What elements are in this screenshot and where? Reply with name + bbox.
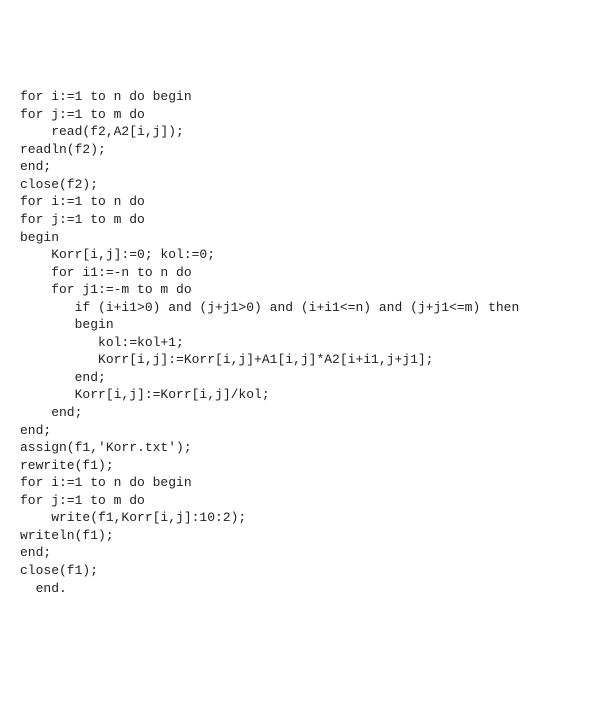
code-line: end; [20,404,572,422]
code-listing: for i:=1 to n do beginfor j:=1 to m do r… [20,88,572,597]
code-line: close(f2); [20,176,572,194]
code-line: assign(f1,'Korr.txt'); [20,439,572,457]
code-line: end. [20,580,572,598]
code-line: for j:=1 to m do [20,106,572,124]
code-line: kol:=kol+1; [20,334,572,352]
code-line: if (i+i1>0) and (j+j1>0) and (i+i1<=n) a… [20,299,572,317]
code-line: for i1:=-n to n do [20,264,572,282]
code-line: end; [20,158,572,176]
code-line: for j:=1 to m do [20,211,572,229]
code-line: for j1:=-m to m do [20,281,572,299]
code-line: write(f1,Korr[i,j]:10:2); [20,509,572,527]
code-line: for i:=1 to n do begin [20,88,572,106]
code-line: close(f1); [20,562,572,580]
code-line: readln(f2); [20,141,572,159]
code-line: end; [20,422,572,440]
code-line: Korr[i,j]:=Korr[i,j]/kol; [20,386,572,404]
code-line: writeln(f1); [20,527,572,545]
code-line: end; [20,544,572,562]
code-line: read(f2,A2[i,j]); [20,123,572,141]
code-line: begin [20,316,572,334]
code-line: for i:=1 to n do begin [20,474,572,492]
code-line: Korr[i,j]:=Korr[i,j]+A1[i,j]*A2[i+i1,j+j… [20,351,572,369]
code-line: for j:=1 to m do [20,492,572,510]
code-line: Korr[i,j]:=0; kol:=0; [20,246,572,264]
code-line: rewrite(f1); [20,457,572,475]
code-line: begin [20,229,572,247]
code-line: end; [20,369,572,387]
code-line: for i:=1 to n do [20,193,572,211]
